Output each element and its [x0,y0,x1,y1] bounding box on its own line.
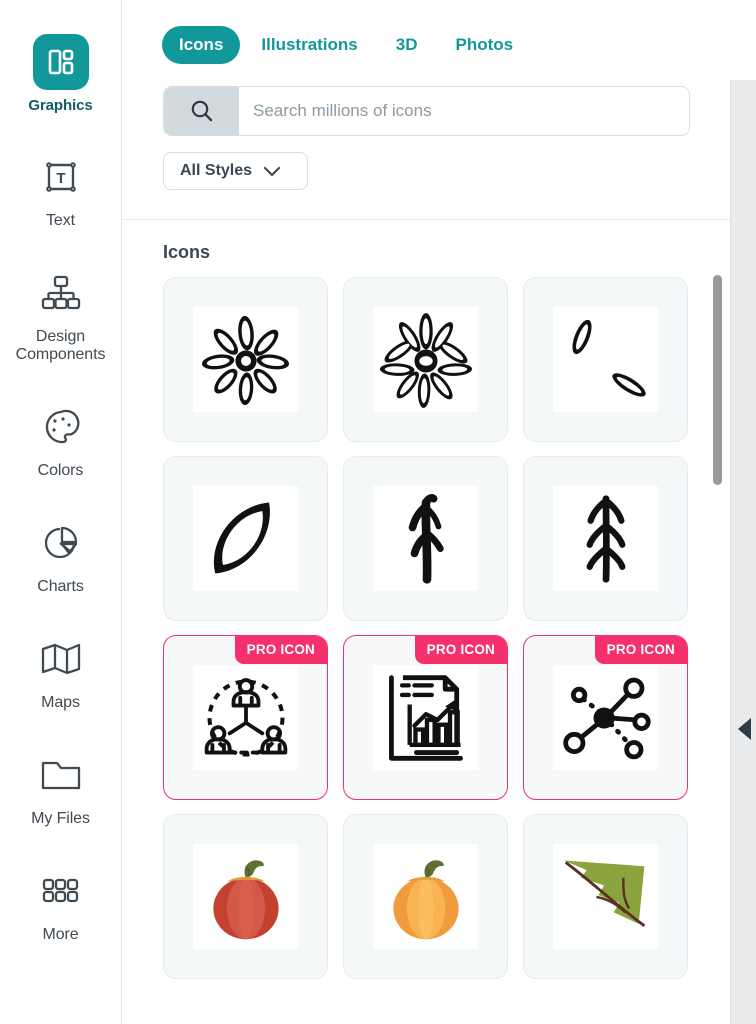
sidebar-item-colors[interactable]: Colors [0,399,122,481]
icon-card-flower-sketch[interactable] [163,277,328,442]
two-leaves-sketch-icon [571,319,646,397]
tab-illustrations[interactable]: Illustrations [244,26,374,64]
icon-thumbnail [553,665,658,770]
report-chart-icon [388,674,463,761]
tab-photos[interactable]: Photos [439,26,531,64]
team-network-icon [204,677,287,756]
sidebar-item-label: Graphics [28,97,93,114]
pro-icon-badge: PRO ICON [414,636,507,664]
icon-grid: PRO ICON PRO ICON PRO ICON [163,277,730,979]
results-scrollbar-thumb[interactable] [713,275,722,485]
graphics-icon [32,34,89,90]
canvas-edge-top [730,0,756,80]
text-box-icon: T [33,149,89,205]
sidebar-item-charts[interactable]: Charts [0,515,122,597]
icon-card-red-pumpkin[interactable] [163,814,328,979]
node-network-icon [562,677,651,759]
sidebar-item-label: Design Components [15,327,106,364]
pie-chart-icon [33,515,89,571]
pro-icon-badge: PRO ICON [594,636,687,664]
collapse-panel-button[interactable] [733,712,756,746]
icon-card-green-leaf[interactable] [523,814,688,979]
daisy-sketch-icon [379,312,472,408]
sidebar-item-more[interactable]: More [0,863,122,945]
search-bar [163,86,690,136]
canvas-edge [730,0,756,1024]
red-pumpkin-icon [212,859,279,939]
sidebar-item-label: Maps [41,694,80,712]
icon-thumbnail [553,486,658,591]
icon-thumbnail [193,844,298,949]
icon-thumbnail [193,486,298,591]
fir-tree-sketch-icon [586,494,625,583]
icon-card-branch-sketch[interactable] [343,456,508,621]
chevron-down-icon [263,166,281,177]
map-icon [33,631,89,687]
icon-card-two-leaves-sketch[interactable] [523,277,688,442]
pro-icon-badge: PRO ICON [234,636,327,664]
icon-thumbnail [373,844,478,949]
icon-thumbnail [193,665,298,770]
sidebar-item-graphics[interactable]: Graphics [0,34,122,115]
section-title: Icons [163,242,211,262]
icon-card-daisy-sketch[interactable] [343,277,508,442]
sidebar-item-label: Charts [37,578,84,596]
graphics-panel: Icons Illustrations 3D Photos All Styles [122,0,730,1024]
sidebar-item-maps[interactable]: Maps [0,631,122,713]
all-styles-label: All Styles [180,162,253,179]
icon-card-leaf-outline-sketch[interactable] [163,456,328,621]
icon-card-node-network[interactable]: PRO ICON [523,635,688,800]
icon-thumbnail [373,486,478,591]
green-leaf-icon [563,860,645,927]
icon-thumbnail [193,307,298,412]
search-icon[interactable] [164,87,239,135]
folder-icon [33,747,89,803]
all-styles-dropdown[interactable]: All Styles [163,152,308,190]
svg-text:T: T [56,170,65,187]
grid-dots-icon [33,863,89,919]
icon-card-orange-pumpkin[interactable] [343,814,508,979]
flower-sketch-icon [201,315,289,405]
results-scrollbar-track[interactable] [712,220,722,1024]
icon-card-fir-tree-sketch[interactable] [523,456,688,621]
sidebar-item-label: My Files [31,809,90,827]
panel-tabs: Icons Illustrations 3D Photos [122,0,730,64]
palette-icon [33,399,89,455]
icon-thumbnail [373,307,478,412]
icon-thumbnail [373,665,478,770]
sidebar-item-label: Colors [37,462,84,480]
leaf-outline-sketch-icon [213,502,270,574]
branch-sketch-icon [408,493,444,584]
results-area: Icons PRO ICON PRO ICON PRO ICON [122,220,730,1024]
icon-thumbnail [553,307,658,412]
design-components-icon [33,265,89,321]
sidebar-item-text[interactable]: T Text [0,149,122,231]
left-sidebar: Graphics T Text Design Components Colors… [0,0,122,1024]
tab-3d[interactable]: 3D [379,26,435,64]
search-input[interactable] [239,87,689,135]
collapse-panel-arrow-icon [738,718,751,740]
icon-thumbnail [553,844,658,949]
sidebar-item-label: More [42,925,79,943]
sidebar-item-my-files[interactable]: My Files [0,747,122,829]
sidebar-item-design-components[interactable]: Design Components [0,265,122,366]
icon-card-team-network[interactable]: PRO ICON [163,635,328,800]
orange-pumpkin-icon [392,859,459,939]
panel-header: Icons Illustrations 3D Photos All Styles [122,0,730,220]
sidebar-item-label: Text [46,211,75,229]
tab-icons[interactable]: Icons [162,26,241,64]
icon-card-report-chart[interactable]: PRO ICON [343,635,508,800]
app-root: Graphics T Text Design Components Colors… [0,0,756,1024]
